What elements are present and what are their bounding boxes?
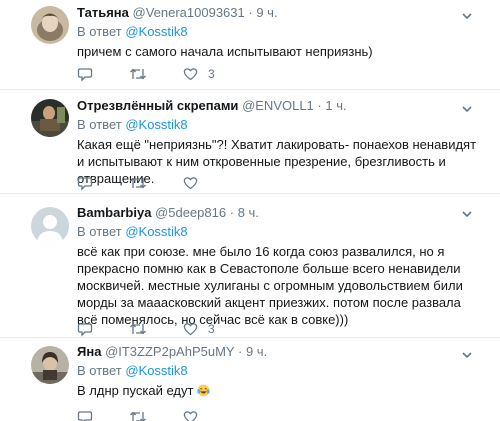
- user-handle[interactable]: @ENVOLL1: [242, 98, 314, 113]
- tweet-actions: [77, 408, 208, 421]
- display-name[interactable]: Bambarbiya: [77, 205, 151, 220]
- like-count: 3: [208, 322, 215, 336]
- retweet-icon: [130, 68, 146, 80]
- reply-prefix: В ответ: [77, 224, 122, 239]
- retweet-icon: [130, 323, 146, 335]
- avatar[interactable]: [31, 207, 69, 245]
- timestamp[interactable]: 8 ч.: [238, 205, 259, 220]
- mention-link[interactable]: @Kosstik8: [125, 363, 187, 378]
- reply-context: В ответ @Kosstik8: [77, 24, 480, 40]
- mention-link[interactable]: @Kosstik8: [125, 117, 187, 132]
- reply-context: В ответ @Kosstik8: [77, 363, 480, 379]
- tweet-actions: [77, 174, 208, 192]
- tweet-header: Татьяна @Venera10093631 · 9 ч.: [77, 0, 480, 21]
- reply-context: В ответ @Kosstik8: [77, 224, 480, 240]
- tweet[interactable]: Отрезвлённый скрепами @ENVOLL1 · 1 ч. В …: [0, 90, 500, 194]
- timestamp[interactable]: 9 ч.: [246, 344, 267, 359]
- display-name[interactable]: Отрезвлённый скрепами: [77, 98, 238, 113]
- heart-icon: [183, 323, 198, 336]
- avatar[interactable]: [31, 99, 69, 137]
- reply-button[interactable]: [77, 410, 95, 421]
- mention-link[interactable]: @Kosstik8: [125, 24, 187, 39]
- reply-icon: [77, 176, 93, 191]
- tweet[interactable]: Bambarbiya @5deep816 · 8 ч. В ответ @Kos…: [0, 194, 500, 338]
- reply-button[interactable]: [77, 67, 95, 82]
- retweet-button[interactable]: [129, 67, 147, 81]
- heart-icon: [183, 177, 198, 190]
- tweet-actions: 3: [77, 320, 215, 338]
- tweet-text: всё как при союзе. мне было 16 когда сою…: [77, 244, 463, 327]
- like-count: 3: [208, 67, 215, 81]
- chevron-down-icon[interactable]: [461, 208, 473, 220]
- separator: ·: [317, 98, 322, 113]
- retweet-button[interactable]: [129, 176, 147, 190]
- reply-icon: [77, 322, 93, 337]
- like-button[interactable]: 3: [183, 322, 215, 336]
- timestamp[interactable]: 1 ч.: [325, 98, 346, 113]
- reply-icon: [77, 410, 93, 421]
- like-button[interactable]: [183, 410, 208, 421]
- retweet-icon: [130, 177, 146, 189]
- like-button[interactable]: 3: [183, 67, 215, 81]
- chevron-down-icon[interactable]: [461, 349, 473, 361]
- mention-link[interactable]: @Kosstik8: [125, 224, 187, 239]
- heart-icon: [183, 411, 198, 421]
- user-handle[interactable]: @Venera10093631: [133, 5, 245, 20]
- reply-prefix: В ответ: [77, 363, 122, 378]
- reply-prefix: В ответ: [77, 117, 122, 132]
- reply-button[interactable]: [77, 176, 95, 191]
- replies-feed: Татьяна @Venera10093631 · 9 ч. В ответ @…: [0, 0, 500, 421]
- avatar-image: [31, 99, 69, 137]
- avatar[interactable]: [31, 6, 69, 44]
- reply-context: В ответ @Kosstik8: [77, 117, 480, 133]
- tweet-text: В лднр пускай едут: [77, 382, 480, 399]
- timestamp[interactable]: 9 ч.: [256, 5, 277, 20]
- retweet-button[interactable]: [129, 322, 147, 336]
- separator: ·: [229, 205, 235, 220]
- separator: ·: [237, 344, 243, 359]
- reply-prefix: В ответ: [77, 24, 122, 39]
- display-name[interactable]: Татьяна: [77, 5, 129, 20]
- tweet[interactable]: Яна @IT3ZZP2pAhP5uMY · 9 ч. В ответ @Kos…: [0, 338, 500, 421]
- tweet[interactable]: Татьяна @Venera10093631 · 9 ч. В ответ @…: [0, 0, 500, 90]
- avatar[interactable]: [31, 346, 69, 384]
- face-with-tears-of-joy-icon: [197, 384, 210, 397]
- tweet-header: Bambarbiya @5deep816 · 8 ч.: [77, 194, 480, 221]
- separator: ·: [248, 5, 253, 20]
- user-handle[interactable]: @IT3ZZP2pAhP5uMY: [105, 344, 234, 359]
- retweet-button[interactable]: [129, 410, 147, 421]
- tweet-header: Отрезвлённый скрепами @ENVOLL1 · 1 ч.: [77, 90, 480, 114]
- retweet-icon: [130, 411, 146, 421]
- heart-icon: [183, 68, 198, 81]
- chevron-down-icon[interactable]: [461, 103, 473, 115]
- default-avatar-icon: [31, 207, 69, 245]
- user-handle[interactable]: @5deep816: [155, 205, 226, 220]
- avatar-image: [31, 346, 69, 384]
- display-name[interactable]: Яна: [77, 344, 101, 359]
- reply-icon: [77, 67, 93, 82]
- tweet-actions: 3: [77, 65, 215, 83]
- avatar-image: [31, 6, 69, 44]
- tweet-text: причем с самого начала испытывают неприя…: [77, 44, 373, 59]
- reply-button[interactable]: [77, 322, 95, 337]
- chevron-down-icon[interactable]: [461, 10, 473, 22]
- tweet-header: Яна @IT3ZZP2pAhP5uMY · 9 ч.: [77, 338, 480, 360]
- tweet-text-content: В лднр пускай едут: [77, 383, 194, 398]
- like-button[interactable]: [183, 176, 208, 190]
